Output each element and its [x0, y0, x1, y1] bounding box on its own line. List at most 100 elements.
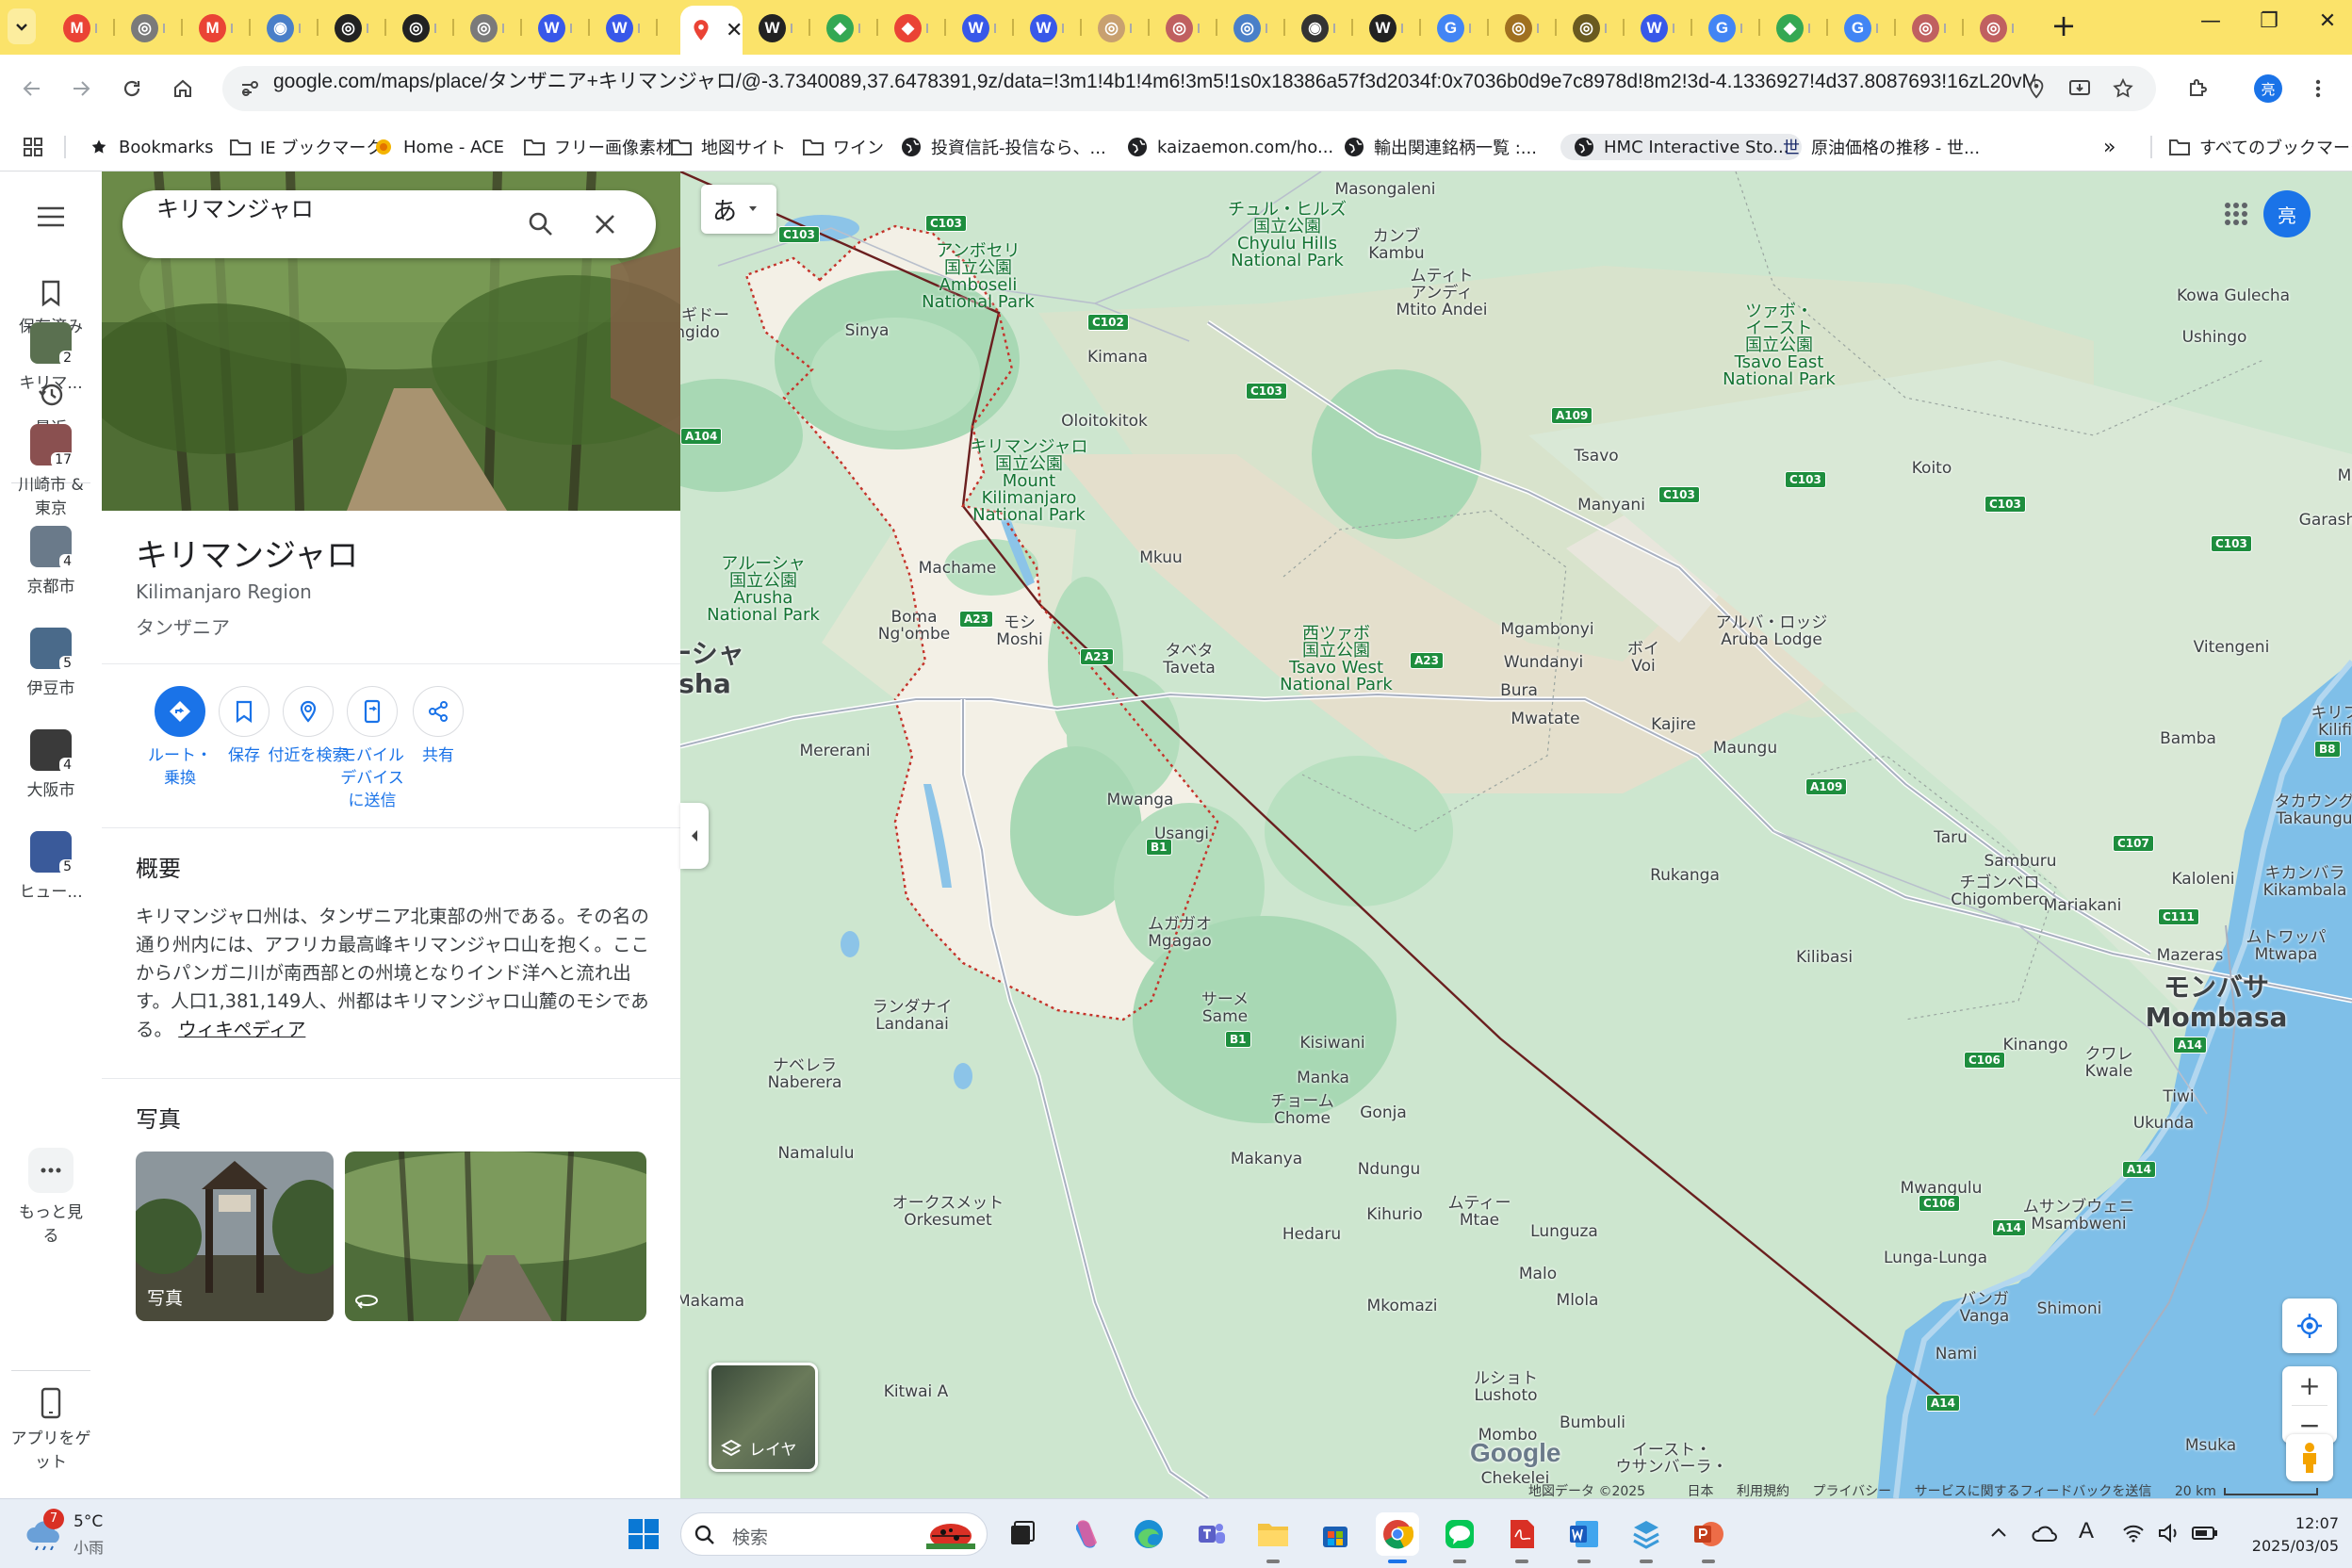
- layers-button[interactable]: レイヤ: [709, 1363, 818, 1472]
- tab-search-button[interactable]: [8, 8, 36, 44]
- map-label[interactable]: Kihurio: [1366, 1206, 1423, 1223]
- map-label[interactable]: Bumbuli: [1560, 1414, 1625, 1431]
- tab-google-maps-icon[interactable]: ◆: [1768, 10, 1813, 46]
- tab-chatgpt-icon[interactable]: ◎: [462, 10, 507, 46]
- restore-button[interactable]: ❐: [2246, 9, 2292, 43]
- map-label[interactable]: タカウング Takaungu: [2275, 793, 2352, 827]
- map-label[interactable]: Kimana: [1087, 349, 1148, 366]
- map-label[interactable]: Bura: [1500, 682, 1538, 699]
- map-label[interactable]: Mgambonyi: [1500, 621, 1593, 638]
- map-label[interactable]: バンガ Vanga: [1960, 1291, 2010, 1325]
- tab-google-icon[interactable]: G: [1429, 10, 1474, 46]
- all-bookmarks-button[interactable]: すべてのブックマーク: [2169, 134, 2352, 160]
- recent-place-item[interactable]: 2 キリマ...: [0, 322, 102, 393]
- recent-place-item[interactable]: 5 ヒュー...: [0, 831, 102, 902]
- map-label[interactable]: Vitengeni: [2194, 639, 2270, 656]
- reload-button[interactable]: [113, 70, 151, 107]
- map-label[interactable]: チュル・ヒルズ 国立公園 Chyulu Hills National Park: [1228, 202, 1347, 270]
- bookmark-item[interactable]: Bookmarks: [89, 134, 214, 160]
- tab-gmail-icon[interactable]: M: [55, 10, 100, 46]
- location-pin-icon[interactable]: [2022, 74, 2050, 103]
- map-label[interactable]: Mariakani: [2044, 897, 2122, 914]
- map-label[interactable]: ムティト アンディ Mtito Andei: [1396, 268, 1488, 318]
- photo-gate[interactable]: 写真: [136, 1152, 334, 1321]
- map-label[interactable]: カンブ Kambu: [1368, 228, 1424, 262]
- scale-label[interactable]: 20 km: [2175, 1484, 2216, 1498]
- my-location-button[interactable]: [2282, 1298, 2337, 1353]
- map-label[interactable]: Namalulu: [777, 1145, 854, 1162]
- recent-place-item[interactable]: 5 伊豆市: [0, 628, 102, 698]
- bookmark-item[interactable]: フリー画像素材: [524, 134, 673, 160]
- close-window-button[interactable]: ✕: [2305, 9, 2350, 43]
- line-button[interactable]: [1438, 1512, 1481, 1563]
- wikipedia-link[interactable]: ウィキペディア: [178, 1019, 305, 1040]
- map-label[interactable]: キリフ Kilifi: [2311, 705, 2352, 739]
- map-canvas[interactable]: Masongaleni チュル・ヒルズ 国立公園 Chyulu Hills Nat…: [680, 172, 2352, 1498]
- bookmark-star-icon[interactable]: [2109, 74, 2137, 103]
- edge-button[interactable]: [1127, 1512, 1170, 1556]
- bookmark-item[interactable]: ワイン: [803, 134, 884, 160]
- tab-google-maps-active[interactable]: ✕: [680, 6, 743, 55]
- map-label[interactable]: 西ツァボ 国立公園 Tsavo West National Park: [1280, 626, 1393, 694]
- map-label[interactable]: Hedaru: [1282, 1226, 1341, 1243]
- map-label[interactable]: タベタ Taveta: [1163, 643, 1216, 677]
- map-label[interactable]: ツァボ・ イースト 国立公園 Tsavo East National Park: [1723, 303, 1836, 388]
- share-button[interactable]: 共有: [386, 686, 490, 767]
- map-label[interactable]: アンボセリ 国立公園 Amboseli National Park: [922, 243, 1035, 311]
- search-icon[interactable]: [528, 211, 554, 237]
- task-view-button[interactable]: [1001, 1512, 1044, 1556]
- bookmark-item[interactable]: HMC Interactive Sto...: [1560, 134, 1803, 160]
- search-input[interactable]: キリマンジャロ: [156, 190, 314, 223]
- tab-google-icon[interactable]: G: [1836, 10, 1881, 46]
- map-label[interactable]: Ukunda: [2133, 1115, 2195, 1132]
- map-label[interactable]: Kajire: [1651, 716, 1696, 733]
- zoom-in-button[interactable]: +: [2282, 1366, 2337, 1405]
- start-button[interactable]: [622, 1512, 665, 1556]
- map-label[interactable]: ムガガオ Mgagao: [1148, 916, 1212, 950]
- clock[interactable]: 12:07 2025/03/05: [2235, 1512, 2339, 1558]
- map-label[interactable]: Mlola: [1557, 1292, 1599, 1309]
- minimize-button[interactable]: —: [2188, 9, 2233, 43]
- street-view-button[interactable]: [2286, 1434, 2333, 1481]
- map-label[interactable]: Tsavo: [1574, 448, 1618, 465]
- tab-openai-icon[interactable]: ◎: [394, 10, 439, 46]
- map-label[interactable]: クワレ Kwale: [2085, 1046, 2133, 1080]
- tab-maps-pin-icon[interactable]: ◆: [886, 10, 931, 46]
- map-label[interactable]: イースト・ ウサンバーラ・: [1616, 1442, 1728, 1476]
- more-button[interactable]: もっと見る: [0, 1148, 102, 1246]
- map-label[interactable]: アルバ・ロッジ Aruba Lodge: [1716, 614, 1828, 648]
- map-label[interactable]: Kinango: [2002, 1037, 2067, 1054]
- map-label[interactable]: M: [2338, 467, 2352, 484]
- map-label[interactable]: Taru: [1934, 829, 1968, 846]
- tab-google-maps-icon[interactable]: ◆: [818, 10, 863, 46]
- map-label[interactable]: Bamba: [2160, 730, 2216, 747]
- map-label[interactable]: キリマンジャロ 国立公園 Mount Kilimanjaro National …: [970, 439, 1087, 524]
- terms-link[interactable]: 利用規約: [1737, 1484, 1789, 1498]
- map-label[interactable]: Rukanga: [1650, 867, 1720, 884]
- search-box[interactable]: キリマンジャロ: [122, 190, 656, 258]
- bookmark-item[interactable]: IE ブックマーク: [230, 134, 383, 160]
- map-label[interactable]: Manyani: [1577, 497, 1645, 514]
- map-label[interactable]: Mkuu: [1139, 549, 1183, 566]
- close-icon[interactable]: [594, 213, 616, 236]
- map-label[interactable]: Kitwai A: [884, 1383, 949, 1400]
- map-label[interactable]: Maungu: [1713, 740, 1777, 757]
- tab-wordpress-icon[interactable]: W: [1632, 10, 1677, 46]
- weather-widget[interactable]: 7 5°C 小雨: [24, 1509, 194, 1558]
- map-label[interactable]: ランダナイ Landanai: [873, 999, 953, 1033]
- chrome-button[interactable]: [1376, 1512, 1419, 1563]
- map-label[interactable]: ムサンブウェニ Msambweni: [2023, 1199, 2135, 1233]
- map-label[interactable]: チゴンベロ Chigombero: [1951, 874, 2048, 908]
- apps-button[interactable]: [23, 134, 43, 160]
- get-app-button[interactable]: アプリをゲット: [0, 1387, 102, 1472]
- bookmark-item[interactable]: 投資信託-投信なら、...: [901, 134, 1106, 160]
- map-label[interactable]: Machame: [919, 560, 997, 577]
- bookmark-item[interactable]: 地図サイト: [671, 134, 786, 160]
- tab-google-icon[interactable]: G: [1700, 10, 1745, 46]
- map-label[interactable]: モンバサ Mombasa: [2146, 972, 2288, 1033]
- map-label[interactable]: ボイ Voi: [1627, 641, 1659, 675]
- profile-avatar[interactable]: 亮: [2254, 74, 2282, 103]
- onedrive-icon[interactable]: [2032, 1524, 2058, 1543]
- map-label[interactable]: Shimoni: [2037, 1300, 2102, 1317]
- tab-site-icon[interactable]: ◎: [1089, 10, 1135, 46]
